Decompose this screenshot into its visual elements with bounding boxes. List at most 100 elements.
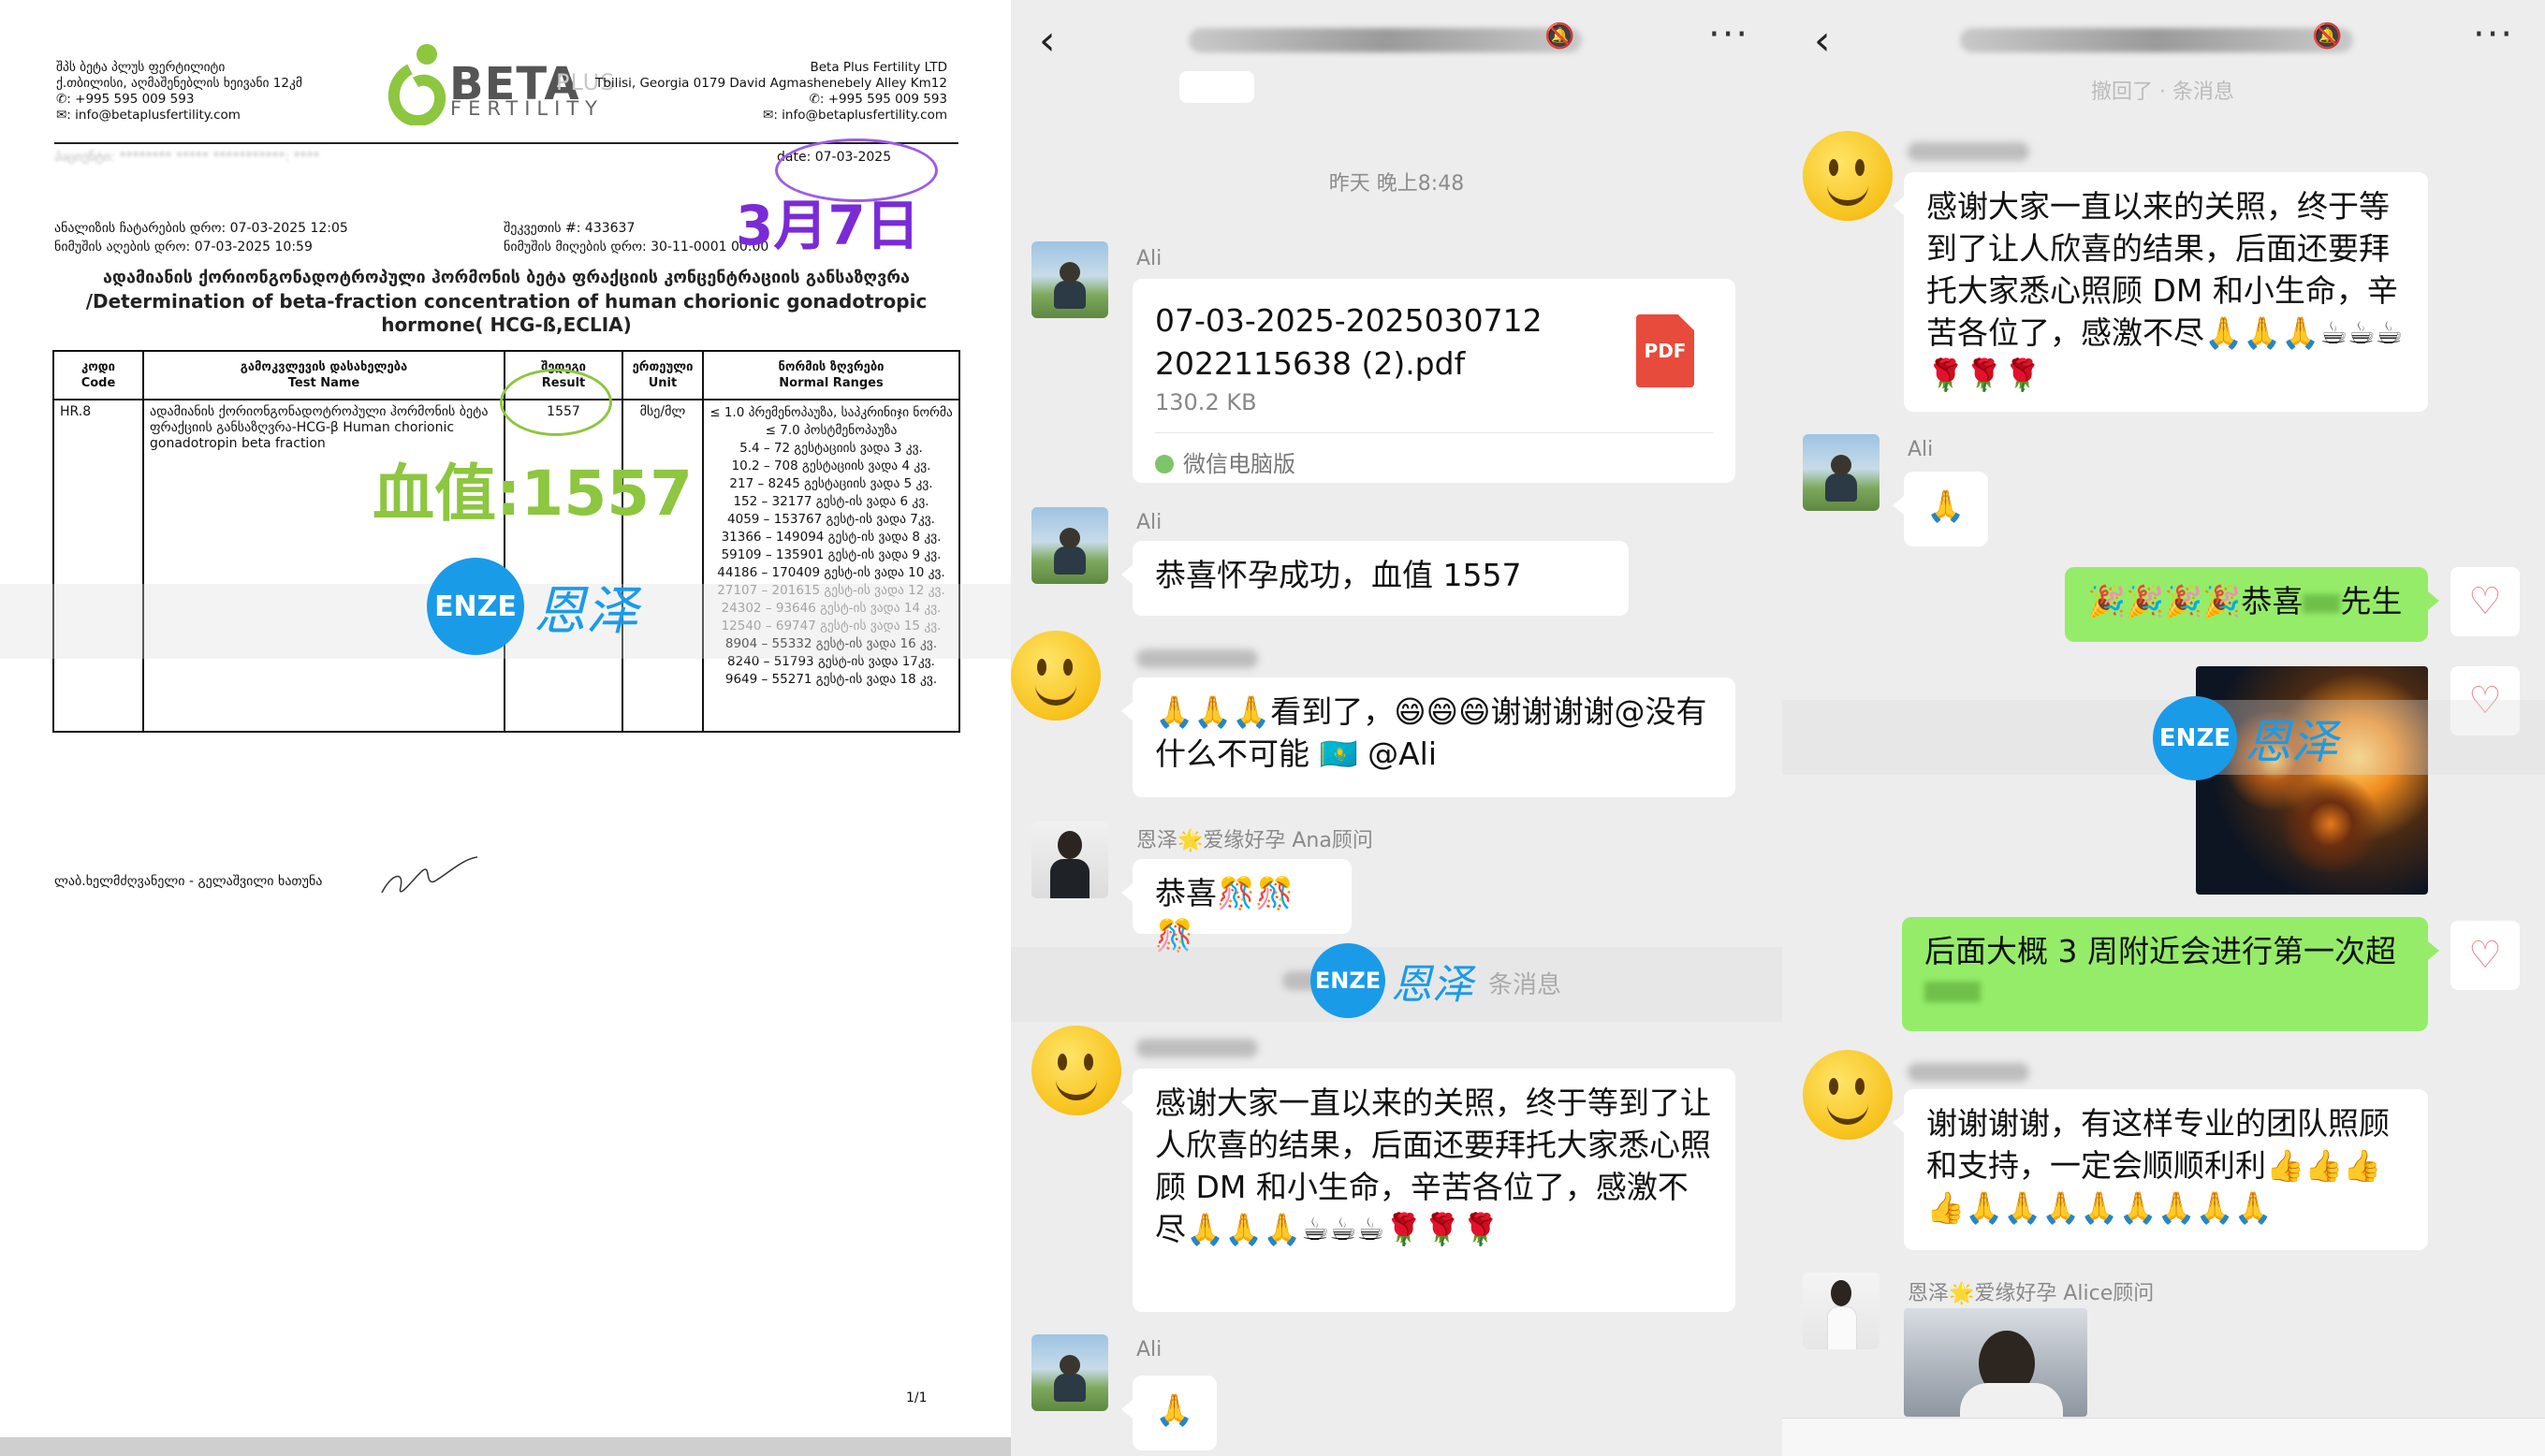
sender-redacted xyxy=(1136,649,1258,668)
sender-redacted xyxy=(1908,1063,2029,1082)
sender-ali: Ali xyxy=(1136,1338,1163,1361)
message-bubble[interactable]: 恭喜🎊🎊🎊 xyxy=(1121,859,1352,954)
header-left-line: ✆: +995 595 009 593 xyxy=(56,92,195,107)
avatar-smiley[interactable] xyxy=(1803,131,1893,221)
chat1-topbar: ‹ 🔕 ··· xyxy=(1011,0,1782,79)
avatar-smiley[interactable] xyxy=(1803,1050,1893,1140)
avatar-ali[interactable] xyxy=(1031,1334,1108,1411)
file-name: 07-03-2025-20250307122022115638 (2).pdf xyxy=(1155,302,1543,382)
signature-icon xyxy=(381,856,478,894)
document-page: შპს ბეტა პლუს ფერტილიტი ქ.თბილისი, აღმაშ… xyxy=(0,13,1011,1437)
enze-cn-text: 恩泽 xyxy=(534,580,638,642)
sample-received-time: ნიმუშის მიღების დრო: 30-11-0001 00:00 xyxy=(504,240,769,255)
annotation-value: 血值:1557 xyxy=(373,458,694,530)
range-line: 9649 – 55271 გესტ-ის ვადა 18 კვ. xyxy=(724,672,938,687)
file-divider xyxy=(1155,432,1713,433)
enze-watermark: ENZE 恩泽 xyxy=(427,558,638,655)
file-source: 微信电脑版 xyxy=(1155,445,1295,478)
report-title-english-2: hormone( HCG-ß,ECLIA) xyxy=(381,313,632,336)
range-line: ≤ 1.0 პრემენოპაუზა, საპკრინიჯი ნორმა xyxy=(709,405,953,420)
beta-logo-icon xyxy=(388,44,446,125)
range-line: ≤ 7.0 პოსტმენოპაუზა xyxy=(765,423,898,438)
more-options-icon[interactable]: ··· xyxy=(1708,13,1749,56)
message-bubble[interactable]: 感谢大家一直以来的关照，终于等到了让人欣喜的结果，后面还要拜托大家悉心照顾 DM… xyxy=(1893,172,2428,412)
message-bubble[interactable]: 🙏 xyxy=(1121,1376,1217,1450)
range-line: 5.4 – 72 გესტაციის ვადა 3 კვ. xyxy=(739,441,923,456)
enze-badge: ENZE xyxy=(427,558,524,655)
col-test-name-header: გამოკვლევის დასახელება Test Name xyxy=(142,350,505,400)
report-title-english-1: /Determination of beta-fraction concentr… xyxy=(85,290,928,313)
faded-system-line: 撤回了 · 条消息 xyxy=(2091,80,2234,104)
child-photo-image[interactable] xyxy=(1904,1308,2087,1417)
col-ranges-header: ნორმის ზღვრები Normal Ranges xyxy=(702,350,960,400)
enze-watermark: ENZE 恩泽 xyxy=(2153,696,2338,780)
avatar-ali[interactable] xyxy=(1031,241,1108,318)
chat-title-redacted xyxy=(1189,28,1582,52)
avatar-ana[interactable] xyxy=(1031,822,1108,898)
chat-window-1: ‹ 🔕 ··· 昨天 晚上8:48 Ali 07-03-2025-2025030… xyxy=(1011,0,1782,1456)
header-right-line: Tbilisi, Georgia 0179 David Agmashenebel… xyxy=(595,76,947,91)
sender-redacted xyxy=(1136,1039,1258,1057)
lab-report-document: შპს ბეტა პლუს ფერტილიტი ქ.თბილისი, აღმაშ… xyxy=(0,0,1011,1456)
text-redacted xyxy=(1924,982,1981,1002)
enze-watermark: ENZE 恩泽 xyxy=(1310,943,1473,1018)
avatar-smiley[interactable] xyxy=(1011,631,1101,721)
avatar-me[interactable]: ♡ xyxy=(2450,567,2520,636)
header-right-address: Beta Plus Fertility LTD Tbilisi, Georgia… xyxy=(586,60,947,124)
chat-window-2: ‹ 🔕 ··· 撤回了 · 条消息 感谢大家一直以来的关照，终于等到了让人欣喜的… xyxy=(1782,0,2545,1456)
enze-badge: ENZE xyxy=(1310,943,1385,1018)
sample-taken-time: ნიმუშის აღების დრო: 07-03-2025 10:59 xyxy=(54,240,313,255)
message-bubble[interactable]: 谢谢谢谢，有这样专业的团队照顾和支持，一定会顺顺利利👍👍👍👍🙏🙏🙏🙏🙏🙏🙏🙏 xyxy=(1893,1089,2428,1250)
file-size: 130.2 KB xyxy=(1155,389,1257,415)
back-icon[interactable]: ‹ xyxy=(1039,17,1056,65)
chat-timestamp: 昨天 晚上8:48 xyxy=(1328,172,1465,196)
header-left-line: შპს ბეტა პლუს ფერტილიტი xyxy=(56,60,226,75)
pdf-file-icon: PDF xyxy=(1636,314,1694,387)
range-line: 59109 – 135901 გესტ-ის ვადა 9 კვ. xyxy=(721,547,942,562)
more-options-icon[interactable]: ··· xyxy=(2473,13,2514,56)
avatar-me[interactable]: ♡ xyxy=(2450,921,2520,990)
range-line: 44186 – 170409 გესტ-ის ვადა 10 კვ. xyxy=(717,565,945,580)
range-line: 152 – 32177 გესტ-ის ვადა 6 კვ. xyxy=(733,494,929,509)
message-bubble[interactable]: 感谢大家一直以来的关照，终于等到了让人欣喜的结果，后面还要拜托大家悉心照顾 DM… xyxy=(1121,1069,1735,1312)
sender-ana: 恩泽🌟爱缘好孕 Ana顾问 xyxy=(1136,829,1373,852)
range-line: 4059 – 153767 გესტ-ის ვადა 7კვ. xyxy=(727,512,935,527)
sender-redacted xyxy=(1908,142,2029,161)
header-right-line: Beta Plus Fertility LTD xyxy=(810,60,947,75)
avatar-ali[interactable] xyxy=(1803,434,1879,511)
document-scrollbar[interactable] xyxy=(0,1437,1011,1456)
header-left-line: ქ.თბილისი, აღმაშენებლის ხეივანი 12კმ xyxy=(56,76,302,91)
header-right-line: ✆: +995 595 009 593 xyxy=(809,92,947,107)
col-unit-header: ერთეული Unit xyxy=(622,350,704,400)
previous-bubble-fragment xyxy=(1179,71,1254,103)
message-bubble[interactable]: 🙏🙏🙏看到了，😄😄😄谢谢谢谢@没有什么不可能 🇰🇿 @Ali xyxy=(1121,677,1735,797)
chat-title-redacted xyxy=(1960,28,2353,52)
file-message[interactable]: 07-03-2025-20250307122022115638 (2).pdf … xyxy=(1133,279,1735,483)
header-right-line: ✉: info@betaplusfertility.com xyxy=(763,108,947,123)
sender-ali: Ali xyxy=(1908,438,1934,461)
range-line: 217 – 8245 გესტაციის ვადა 5 კვ. xyxy=(729,476,933,491)
enze-badge: ENZE xyxy=(2153,696,2237,780)
wechat-pc-icon xyxy=(1155,455,1174,473)
result-highlight-ring xyxy=(500,369,612,436)
message-bubble-self[interactable]: 后面大概 3 周附近会进行第一次超 xyxy=(1902,917,2439,1031)
message-bubble[interactable]: 🙏 xyxy=(1893,472,1988,546)
chat-input-bar[interactable] xyxy=(1782,1418,2545,1456)
avatar-alice[interactable] xyxy=(1803,1273,1879,1349)
logo-fertility-text: FERTILITY xyxy=(450,97,604,120)
avatar-smiley[interactable] xyxy=(1031,1026,1121,1115)
range-line: 31366 – 149094 გესტ-ის ვადა 8 კვ. xyxy=(721,530,942,545)
message-bubble-self[interactable]: 🎉🎉🎉🎉恭喜 先生 xyxy=(2065,567,2439,642)
enze-cn-text: 恩泽 xyxy=(1391,961,1473,1009)
page-number: 1/1 xyxy=(906,1390,928,1405)
mute-bell-icon: 🔕 xyxy=(1544,22,1575,51)
patient-line: პაციენტი: ******** ***** ***********: **… xyxy=(54,150,320,165)
signature-line: ლაბ.ხელმძღვანელი - გელაშვილი ხათუნა xyxy=(54,874,323,889)
cell-normal-ranges: ≤ 1.0 პრემენოპაუზა, საპკრინიჯი ნორმა ≤ 7… xyxy=(702,399,960,733)
unread-messages-label: 条消息 xyxy=(1488,971,1562,999)
avatar-ali[interactable] xyxy=(1031,507,1108,584)
order-number: შეკვეთის #: 433637 xyxy=(504,221,636,236)
mute-bell-icon: 🔕 xyxy=(2312,22,2343,51)
message-bubble[interactable]: 恭喜怀孕成功，血值 1557 xyxy=(1121,541,1629,616)
back-icon[interactable]: ‹ xyxy=(1814,17,1831,65)
